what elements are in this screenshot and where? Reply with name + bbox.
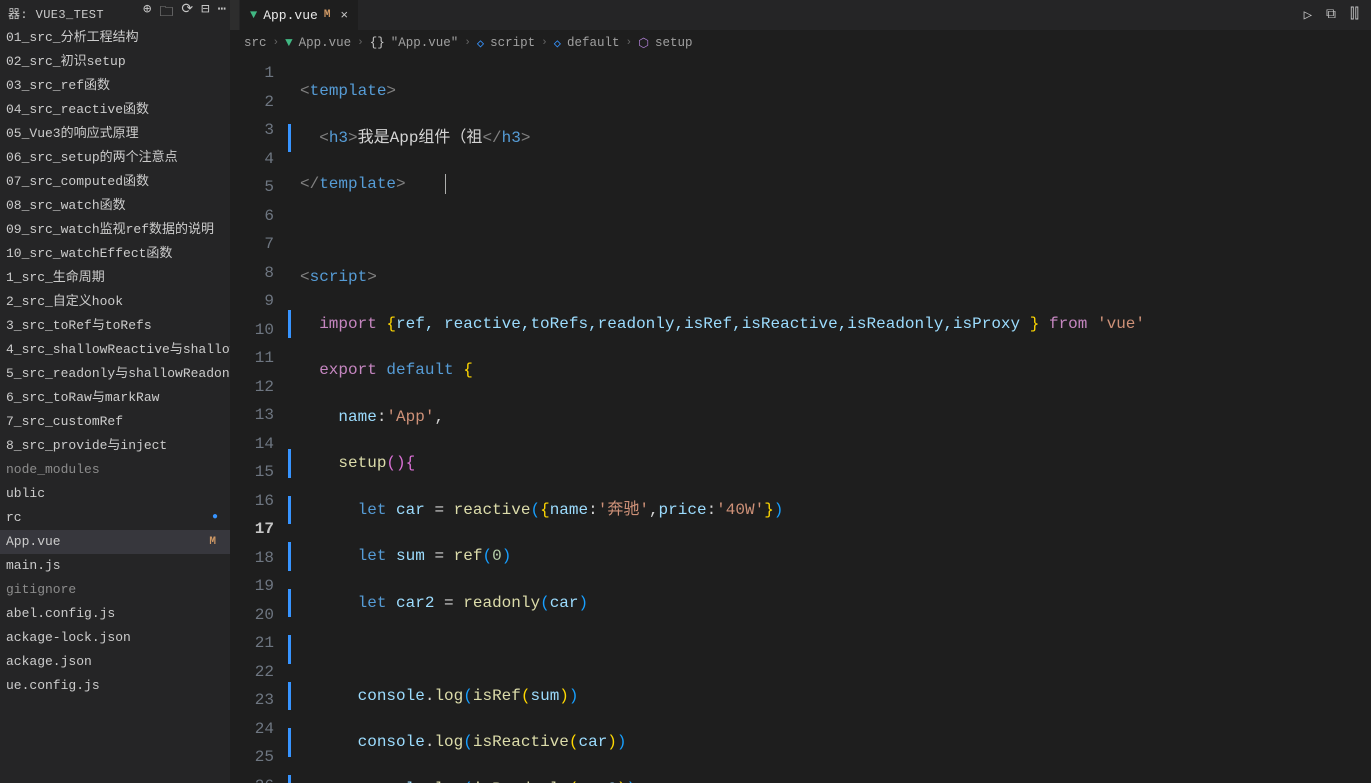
tree-item[interactable]: 01_src_分析工程结构	[0, 26, 230, 50]
tree-item[interactable]: 8_src_provide与inject	[0, 434, 230, 458]
tree-item[interactable]: main.js	[0, 554, 230, 578]
tree-item[interactable]: 6_src_toRaw与markRaw	[0, 386, 230, 410]
tree-item[interactable]: 4_src_shallowReactive与shallowRef	[0, 338, 230, 362]
project-title: 器: VUE3_TEST	[8, 5, 104, 22]
tree-item[interactable]: ue.config.js	[0, 674, 230, 698]
tree-item[interactable]: ackage.json	[0, 650, 230, 674]
breadcrumb-item[interactable]: setup	[655, 36, 693, 50]
more-icon[interactable]: ⋯	[218, 1, 226, 25]
tree-item[interactable]: 09_src_watch监视ref数据的说明	[0, 218, 230, 242]
tree-item[interactable]: 06_src_setup的两个注意点	[0, 146, 230, 170]
tree-item[interactable]: 2_src_自定义hook	[0, 290, 230, 314]
cube-icon: ⬡	[638, 35, 649, 51]
tree-item[interactable]: gitignore	[0, 578, 230, 602]
tree-item[interactable]: 1_src_生命周期	[0, 266, 230, 290]
text-cursor	[445, 174, 446, 194]
editor-area: ▼ App.vue M × ▷ ⧉ ⫿⫿ src › ▼ App.vue › {…	[230, 0, 1371, 783]
tree-item[interactable]: 3_src_toRef与toRefs	[0, 314, 230, 338]
code-editor[interactable]: 1 2 3 4 5 6 7 8 9 10 11 12 13 14 15 16 1…	[230, 56, 1371, 783]
chevron-right-icon: ›	[273, 37, 280, 49]
breadcrumb-item[interactable]: "App.vue"	[391, 36, 459, 50]
code-lines[interactable]: <template> <h3>我是App组件（祖</h3> </template…	[292, 56, 1371, 783]
chevron-right-icon: ›	[541, 37, 548, 49]
tree-item[interactable]: ublic	[0, 482, 230, 506]
breadcrumb-item[interactable]: default	[567, 36, 620, 50]
tree-item[interactable]: 10_src_watchEffect函数	[0, 242, 230, 266]
tab-actions: ▷ ⧉ ⫿⫿	[1304, 7, 1371, 24]
breadcrumb-item[interactable]: script	[490, 36, 535, 50]
run-icon[interactable]: ▷	[1304, 7, 1312, 24]
tree-item[interactable]: node_modules	[0, 458, 230, 482]
tree-item-app-vue[interactable]: App.vueM	[0, 530, 230, 554]
tab-name: App.vue	[263, 8, 318, 23]
tree-item[interactable]: 03_src_ref函数	[0, 74, 230, 98]
split-icon[interactable]: ⫿⫿	[1350, 7, 1359, 24]
line-gutter: 1 2 3 4 5 6 7 8 9 10 11 12 13 14 15 16 1…	[230, 56, 292, 783]
tree-item-src[interactable]: rc●	[0, 506, 230, 530]
file-explorer: 器: VUE3_TEST ⊕ 🗀 ⟳ ⊟ ⋯ 01_src_分析工程结构 02_…	[0, 0, 230, 783]
chevron-right-icon: ›	[357, 37, 364, 49]
tab-app-vue[interactable]: ▼ App.vue M ×	[240, 0, 359, 30]
module-icon: ◇	[554, 36, 561, 51]
tree-item[interactable]: 04_src_reactive函数	[0, 98, 230, 122]
braces-icon: {}	[370, 36, 385, 50]
vue-icon: ▼	[250, 8, 257, 22]
chevron-right-icon: ›	[464, 37, 471, 49]
explorer-header: 器: VUE3_TEST ⊕ 🗀 ⟳ ⊟ ⋯	[0, 0, 230, 26]
tree-item[interactable]: 07_src_computed函数	[0, 170, 230, 194]
tree-item[interactable]: 02_src_初识setup	[0, 50, 230, 74]
git-status-m: M	[209, 532, 216, 552]
tabs: ▼ App.vue M ×	[230, 0, 359, 30]
tab-bar: ▼ App.vue M × ▷ ⧉ ⫿⫿	[230, 0, 1371, 30]
explorer-actions: ⊕ 🗀 ⟳ ⊟ ⋯	[143, 1, 226, 25]
breadcrumb-item[interactable]: App.vue	[299, 36, 352, 50]
module-icon: ◇	[477, 36, 484, 51]
new-file-icon[interactable]: ⊕	[143, 1, 151, 25]
compare-icon[interactable]: ⧉	[1326, 7, 1336, 24]
tree-item[interactable]: 05_Vue3的响应式原理	[0, 122, 230, 146]
breadcrumb-item[interactable]: src	[244, 36, 267, 50]
modified-dot-icon: ●	[212, 508, 218, 528]
tab-status-m: M	[324, 9, 331, 21]
breadcrumb[interactable]: src › ▼ App.vue › {} "App.vue" › ◇ scrip…	[230, 30, 1371, 56]
tree-item[interactable]: 5_src_readonly与shallowReadonly	[0, 362, 230, 386]
new-folder-icon[interactable]: 🗀	[159, 1, 173, 25]
collapse-icon[interactable]: ⊟	[201, 1, 209, 25]
tree-item[interactable]: 08_src_watch函数	[0, 194, 230, 218]
file-tree[interactable]: 01_src_分析工程结构 02_src_初识setup 03_src_ref函…	[0, 26, 230, 783]
chevron-right-icon: ›	[626, 37, 633, 49]
vue-icon: ▼	[285, 36, 293, 50]
refresh-icon[interactable]: ⟳	[181, 1, 193, 25]
tree-item[interactable]: 7_src_customRef	[0, 410, 230, 434]
tab-inactive[interactable]	[230, 0, 240, 30]
tree-item[interactable]: abel.config.js	[0, 602, 230, 626]
close-icon[interactable]: ×	[340, 8, 348, 23]
tree-item[interactable]: ackage-lock.json	[0, 626, 230, 650]
